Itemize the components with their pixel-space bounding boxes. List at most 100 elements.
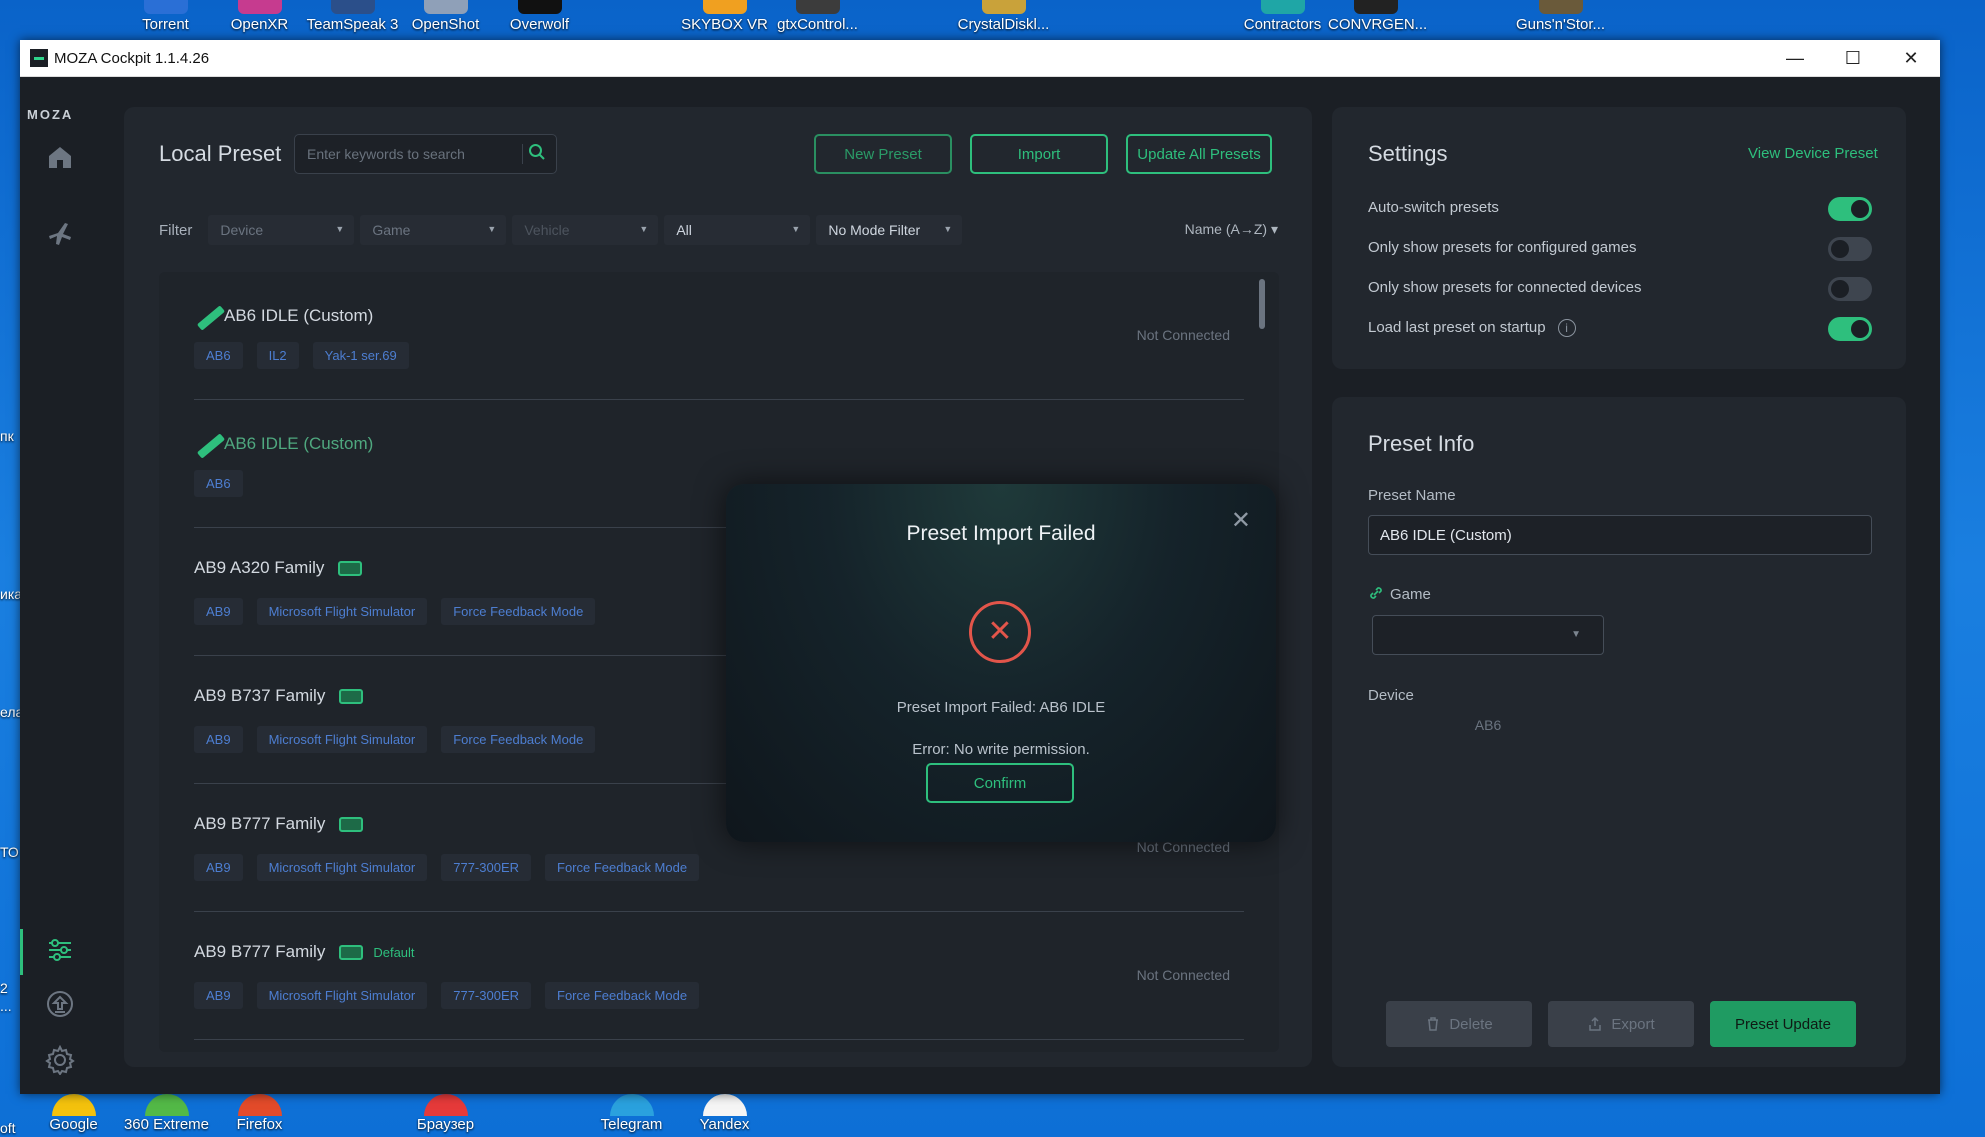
caret-down-icon: ▼ — [335, 224, 345, 234]
caret-down-icon: ▼ — [639, 224, 649, 234]
window-title: MOZA Cockpit 1.1.4.26 — [54, 49, 210, 67]
desktop-icon[interactable]: Браузер — [398, 1094, 493, 1137]
caret-down-icon: ▼ — [487, 224, 497, 234]
app-icon — [702, 1094, 747, 1116]
maximize-button[interactable]: ☐ — [1824, 40, 1882, 76]
delete-button[interactable]: Delete — [1386, 1001, 1532, 1047]
desktop-icon[interactable]: Firefox — [212, 1094, 307, 1137]
app-icon — [423, 1094, 468, 1116]
desktop-icon[interactable]: CrystalDiskl... — [956, 0, 1051, 38]
preset-name: AB9 B737 Family — [194, 686, 326, 705]
device-tag: AB9 — [194, 726, 243, 753]
connected-devices-toggle[interactable] — [1828, 277, 1872, 301]
app-icon — [1538, 0, 1583, 14]
setting-label: Only show presets for configured games — [1368, 239, 1637, 256]
confirm-button[interactable]: Confirm — [926, 763, 1074, 803]
desktop-icon[interactable]: TeamSpeak 3 — [305, 0, 400, 38]
sliders-icon[interactable] — [40, 930, 80, 970]
desktop-icon[interactable]: Google — [26, 1094, 121, 1137]
desktop-icon[interactable]: OpenShot — [398, 0, 493, 38]
home-icon[interactable] — [40, 137, 80, 177]
new-preset-button[interactable]: New Preset — [814, 134, 952, 174]
game-select[interactable]: ▼ — [1372, 615, 1604, 655]
search-box[interactable]: Enter keywords to search — [294, 134, 557, 174]
moza-app-icon — [30, 49, 48, 67]
desktop-icon[interactable]: Telegram — [584, 1094, 679, 1137]
view-device-preset-link[interactable]: View Device Preset — [1748, 145, 1878, 162]
airplane-icon[interactable] — [40, 214, 80, 254]
load-last-preset-toggle[interactable] — [1828, 317, 1872, 341]
close-button[interactable]: ✕ — [1882, 40, 1940, 76]
export-button[interactable]: Export — [1548, 1001, 1694, 1047]
desktop-icon[interactable]: Torrent — [118, 0, 213, 38]
device-value: AB6 — [1474, 717, 1502, 733]
app-icon — [609, 1094, 654, 1116]
preset-info-title: Preset Info — [1368, 431, 1475, 456]
info-icon[interactable]: i — [1557, 319, 1576, 337]
update-all-presets-button[interactable]: Update All Presets — [1126, 134, 1272, 174]
search-input[interactable]: Enter keywords to search — [307, 146, 465, 162]
import-button[interactable]: Import — [970, 134, 1108, 174]
preset-row[interactable]: AB6 IDLE (Custom) AB6 IL2 Yak-1 ser.69 N… — [194, 272, 1244, 400]
auto-switch-toggle[interactable] — [1828, 197, 1872, 221]
upload-circle-icon[interactable] — [40, 984, 80, 1024]
device-tag: AB6 — [194, 342, 243, 369]
preset-name-wrap: AB9 B777 Family Default — [194, 942, 415, 962]
close-icon[interactable]: ✕ — [1231, 506, 1251, 535]
mode-filter-dropdown[interactable]: No Mode Filter ▼ — [816, 215, 963, 245]
configured-games-toggle[interactable] — [1828, 237, 1872, 261]
device-filter-dropdown[interactable]: Device ▼ — [208, 215, 355, 245]
game-tag: Microsoft Flight Simulator — [256, 854, 428, 881]
desktop-icon-label: Firefox — [236, 1116, 283, 1133]
gear-icon[interactable] — [40, 1040, 80, 1080]
desktop-icon[interactable]: gtxControl... — [770, 0, 865, 38]
dialog-title: Preset Import Failed — [906, 522, 1096, 545]
desktop-icon[interactable]: OpenXR — [212, 0, 307, 38]
import-failed-dialog: Preset Import Failed ✕ ✕ Preset Import F… — [726, 484, 1276, 842]
game-tag: Microsoft Flight Simulator — [256, 598, 428, 625]
trash-icon — [1428, 1017, 1439, 1031]
desktop-label-fragment: пк — [0, 428, 14, 444]
game-tag: Microsoft Flight Simulator — [256, 726, 428, 753]
desktop-icon-label: CONVRGEN... — [1328, 16, 1428, 33]
desktop-left-edge: пк ика ела ТО 2 ... oft — [0, 40, 23, 1136]
game-filter-dropdown[interactable]: Game ▼ — [360, 215, 507, 245]
app-icon — [144, 1094, 189, 1116]
desktop-icon[interactable]: Contractors — [1235, 0, 1330, 38]
app-icon — [423, 0, 468, 14]
desktop-label-fragment: ика — [0, 586, 23, 602]
search-divider — [522, 144, 523, 164]
desktop-icon[interactable]: Yandex — [677, 1094, 772, 1137]
desktop-icon[interactable]: CONVRGEN... — [1328, 0, 1428, 38]
title-bar[interactable]: MOZA Cockpit 1.1.4.26 — ☐ ✕ — [20, 40, 1940, 77]
setting-label-wrap: Load last preset on startup i — [1368, 319, 1576, 337]
desktop-icon[interactable]: 360 Extreme — [119, 1094, 214, 1137]
mode-tag: Force Feedback Mode — [545, 854, 700, 881]
vehicle-filter-dropdown[interactable]: Vehicle ▼ — [512, 215, 659, 245]
preset-update-button[interactable]: Preset Update — [1710, 1001, 1856, 1047]
preset-name-wrap: AB9 B737 Family — [194, 686, 364, 706]
search-icon[interactable] — [526, 143, 548, 165]
desktop-icon-label: SKYBOX VR — [681, 16, 768, 33]
desktop-icon-label: 360 Extreme — [123, 1116, 210, 1133]
preset-name-wrap: AB9 B777 Family — [194, 814, 364, 834]
desktop-icon[interactable]: Guns'n'Stor... — [1513, 0, 1608, 38]
minimize-button[interactable]: — — [1766, 40, 1824, 76]
device-tag: AB9 — [194, 854, 243, 881]
list-scrollbar[interactable] — [1259, 279, 1265, 329]
preset-name-field[interactable]: AB6 IDLE (Custom) — [1368, 515, 1872, 555]
desktop-icon[interactable]: Overwolf — [492, 0, 587, 38]
sort-dropdown[interactable]: Name (A→Z) ▾ — [1185, 221, 1278, 238]
vehicle-tag: Yak-1 ser.69 — [312, 342, 409, 369]
preset-row[interactable]: AB9 B777 Family Default AB9 Microsoft Fli… — [194, 912, 1244, 1040]
app-icon — [517, 0, 562, 14]
dropdown-value: Device — [220, 222, 264, 238]
game-tag: Microsoft Flight Simulator — [256, 982, 428, 1009]
all-filter-dropdown[interactable]: All ▼ — [664, 215, 811, 245]
setting-label: Auto-switch presets — [1368, 199, 1499, 216]
desktop-icon-label: Браузер — [416, 1116, 475, 1133]
device-label: Device — [1368, 687, 1414, 704]
preset-name: AB9 B777 Family — [194, 942, 326, 961]
desktop-icon[interactable]: SKYBOX VR — [677, 0, 772, 38]
preset-name: AB6 IDLE (Custom) — [224, 434, 374, 453]
